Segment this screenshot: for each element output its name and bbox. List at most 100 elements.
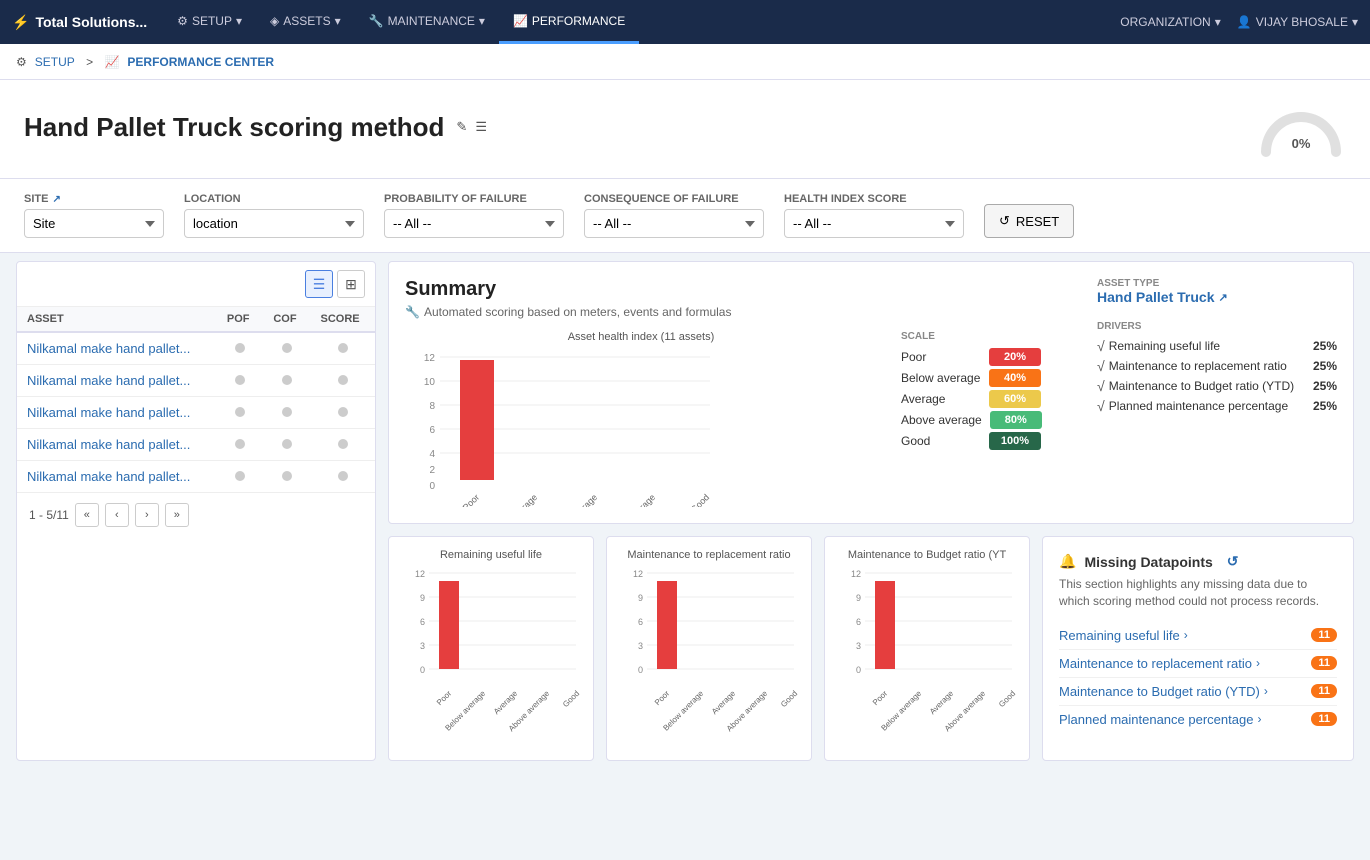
pof-select[interactable]: -- All -- [384, 209, 564, 238]
nav-user[interactable]: 👤 VIJAY BHOSALE ▾ [1237, 15, 1358, 29]
scale-row: Below average 40% [901, 369, 1081, 387]
nav-org[interactable]: ORGANIZATION ▾ [1120, 15, 1220, 29]
cof-filter-group: CONSEQUENCE OF FAILURE -- All -- [584, 193, 764, 238]
wrench-icon: 🔧 [405, 305, 420, 319]
bar-poor [460, 360, 494, 480]
asset-link[interactable]: Nilkamal make hand pallet... [27, 373, 190, 388]
pof-dot [235, 439, 245, 449]
svg-text:0: 0 [429, 481, 435, 492]
missing-row: Maintenance to Budget ratio (YTD) › 11 [1059, 678, 1337, 706]
page-first-button[interactable]: « [75, 503, 99, 527]
scale-row: Good 100% [901, 432, 1081, 450]
nav-assets[interactable]: ◈ ASSETS ▾ [256, 0, 355, 44]
user-icon: 👤 [1237, 15, 1252, 29]
page-prev-button[interactable]: ‹ [105, 503, 129, 527]
summary-subtitle: 🔧 Automated scoring based on meters, eve… [405, 305, 1081, 319]
asset-type-value: Hand Pallet Truck ↗ [1097, 289, 1337, 305]
svg-text:0%: 0% [1292, 136, 1311, 151]
brand-icon: ⚡ [12, 14, 29, 31]
mini-chart-card: Remaining useful life 12 9 6 3 0 Poor Be… [388, 536, 594, 761]
filter-bar: SITE ↗ Site LOCATION location PROBABILIT… [0, 179, 1370, 253]
chevron-down-icon: ▾ [236, 14, 242, 28]
svg-text:9: 9 [638, 593, 643, 603]
breadcrumb-setup[interactable]: SETUP [35, 55, 75, 69]
gauge-area: 0% [1256, 92, 1346, 162]
svg-text:0: 0 [856, 665, 861, 675]
driver-pct: 25% [1313, 339, 1337, 353]
svg-text:Average: Average [569, 492, 600, 507]
scale-item-label: Poor [901, 350, 981, 364]
chevron-down-icon: ▾ [1352, 15, 1358, 29]
missing-row-label[interactable]: Planned maintenance percentage › [1059, 712, 1261, 727]
gauge-chart: 0% [1256, 92, 1346, 162]
main-bar-chart: Asset health index (11 assets) 12 [405, 331, 877, 507]
scale-badge: 100% [989, 432, 1041, 450]
health-select[interactable]: -- All -- [784, 209, 964, 238]
missing-count-badge: 11 [1311, 712, 1337, 726]
chevron-down-icon: ▾ [335, 14, 341, 28]
svg-text:10: 10 [424, 377, 436, 388]
pof-dot [235, 343, 245, 353]
table-row: Nilkamal make hand pallet... [17, 365, 375, 397]
edit-icon[interactable]: ✎ [456, 119, 467, 135]
col-score-header: SCORE [311, 307, 376, 332]
cof-select[interactable]: -- All -- [584, 209, 764, 238]
nav-maintenance[interactable]: 🔧 MAINTENANCE ▾ [355, 0, 499, 44]
missing-row-label[interactable]: Maintenance to replacement ratio › [1059, 656, 1260, 671]
svg-text:6: 6 [856, 617, 861, 627]
page-next-button[interactable]: › [135, 503, 159, 527]
svg-text:Good: Good [997, 689, 1017, 709]
svg-text:0: 0 [638, 665, 643, 675]
page-last-button[interactable]: » [165, 503, 189, 527]
cof-dot [282, 471, 292, 481]
summary-left: Summary 🔧 Automated scoring based on met… [405, 278, 1081, 507]
chart-scale-area: Asset health index (11 assets) 12 [405, 331, 1081, 507]
asset-link[interactable]: Nilkamal make hand pallet... [27, 469, 190, 484]
maintenance-icon: 🔧 [369, 14, 384, 28]
svg-text:8: 8 [429, 401, 435, 412]
asset-link[interactable]: Nilkamal make hand pallet... [27, 405, 190, 420]
nav-setup[interactable]: ⚙ SETUP ▾ [163, 0, 256, 44]
grid-view-button[interactable]: ⊞ [337, 270, 365, 298]
breadcrumb-bar: ⚙ SETUP > 📈 PERFORMANCE CENTER [0, 44, 1370, 80]
chevron-down-icon: ▾ [479, 14, 485, 28]
score-dot [338, 407, 348, 417]
asset-link[interactable]: Nilkamal make hand pallet... [27, 341, 190, 356]
missing-desc: This section highlights any missing data… [1059, 576, 1337, 610]
health-filter-group: HEALTH INDEX SCORE -- All -- [784, 193, 964, 238]
nav-performance[interactable]: 📈 PERFORMANCE [499, 0, 639, 44]
svg-text:0: 0 [420, 665, 425, 675]
score-dot [338, 343, 348, 353]
menu-icon[interactable]: ☰ [475, 119, 487, 135]
driver-label: Maintenance to Budget ratio (YTD) [1109, 379, 1294, 393]
site-select[interactable]: Site [24, 209, 164, 238]
page-title: Hand Pallet Truck scoring method [24, 112, 444, 143]
list-view-button[interactable]: ☰ [305, 270, 333, 298]
asset-type-label: ASSET TYPE [1097, 278, 1337, 289]
mini-chart-title: Maintenance to Budget ratio (YT [837, 549, 1017, 561]
location-label: LOCATION [184, 193, 364, 205]
svg-text:Poor: Poor [653, 689, 672, 708]
svg-text:9: 9 [856, 593, 861, 603]
scale-label: SCALE [901, 331, 1081, 342]
nav-assets-label: ASSETS [283, 14, 330, 28]
missing-row-label[interactable]: Remaining useful life › [1059, 628, 1188, 643]
sqrt-icon: √ [1097, 338, 1105, 354]
location-select[interactable]: location [184, 209, 364, 238]
reset-button[interactable]: ↺ RESET [984, 204, 1074, 238]
breadcrumb-chart-icon: 📈 [104, 55, 119, 69]
refresh-icon[interactable]: ↺ [1227, 553, 1239, 570]
scale-item-label: Above average [901, 413, 982, 427]
missing-header: 🔔 Missing Datapoints ↺ [1059, 553, 1337, 570]
external-link-icon[interactable]: ↗ [1218, 291, 1227, 304]
breadcrumb-center[interactable]: PERFORMANCE CENTER [127, 55, 274, 69]
chevron-right-icon: › [1264, 684, 1268, 698]
missing-row: Maintenance to replacement ratio › 11 [1059, 650, 1337, 678]
svg-text:12: 12 [424, 353, 436, 364]
user-label: VIJAY BHOSALE [1256, 15, 1348, 29]
missing-row-label[interactable]: Maintenance to Budget ratio (YTD) › [1059, 684, 1268, 699]
asset-link[interactable]: Nilkamal make hand pallet... [27, 437, 190, 452]
nav-brand[interactable]: ⚡ Total Solutions... [12, 14, 163, 31]
main-chart-svg: 12 10 8 6 4 2 0 Poor [405, 347, 725, 507]
driver-row: √ Maintenance to replacement ratio 25% [1097, 358, 1337, 374]
